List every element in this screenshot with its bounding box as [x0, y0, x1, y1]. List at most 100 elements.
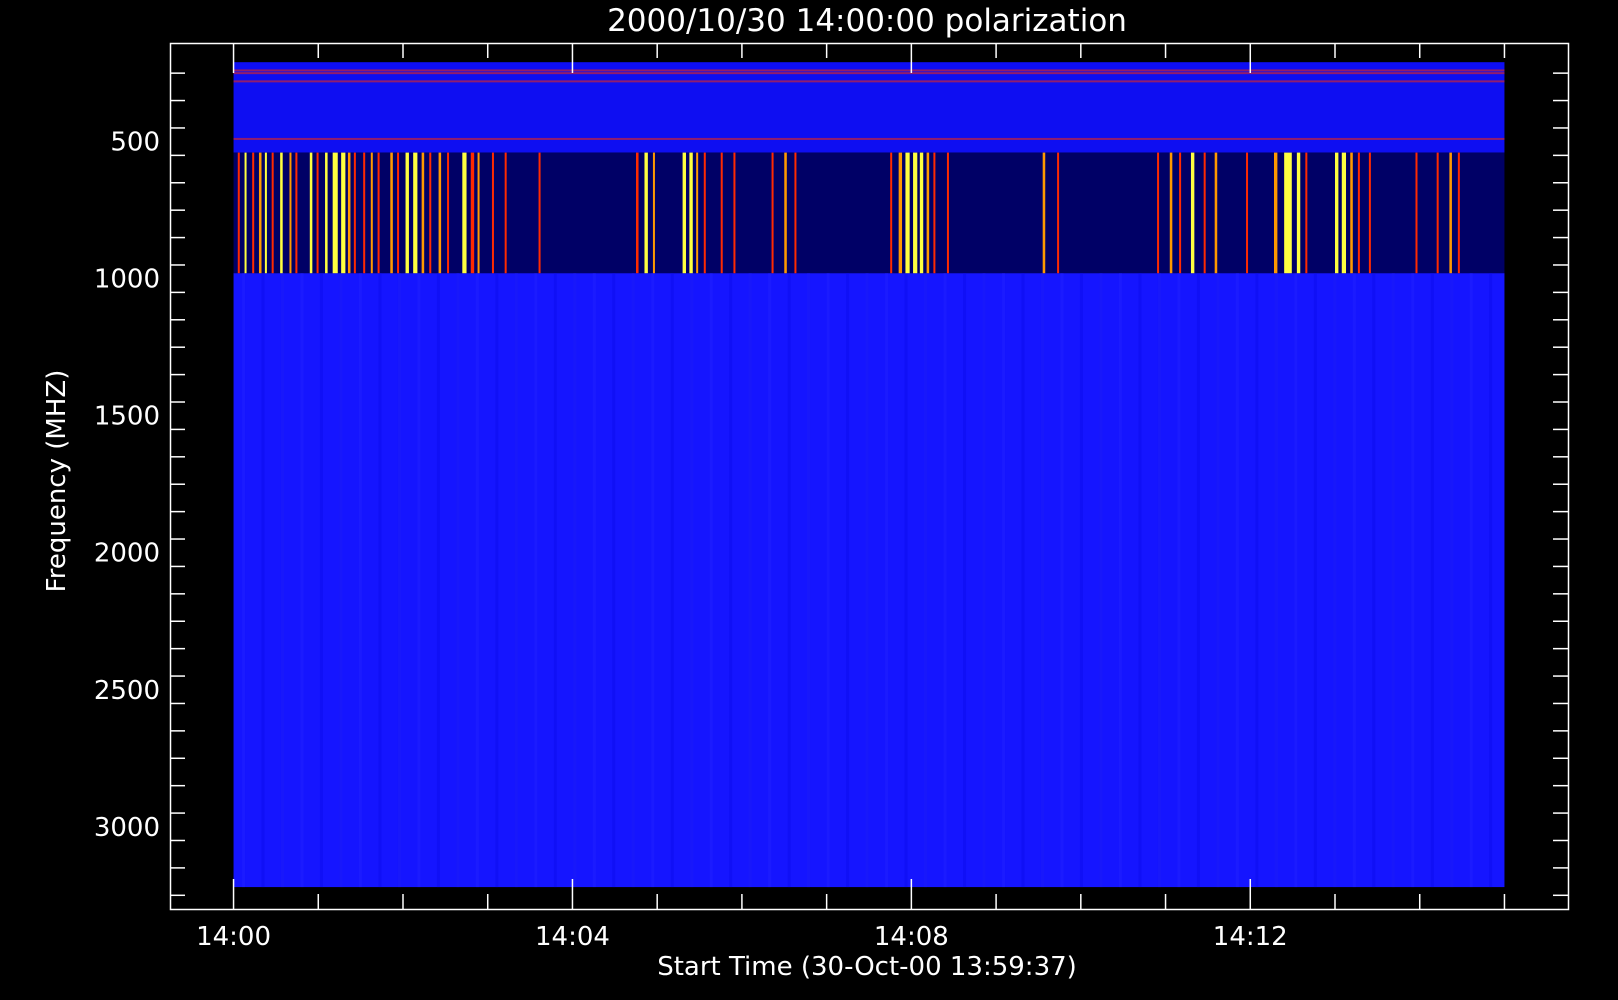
high-band-texture [1138, 273, 1142, 888]
burst-stripe [890, 152, 893, 274]
burst-stripe [926, 152, 930, 274]
high-band-texture [826, 273, 830, 888]
high-band-texture [1333, 273, 1337, 888]
high-band-texture [1079, 273, 1083, 888]
burst-stripe [258, 152, 262, 274]
burst-stripe [405, 152, 409, 274]
burst-stripe [1057, 152, 1060, 274]
high-band-texture [1391, 273, 1395, 888]
spectrogram-data [233, 62, 1505, 888]
high-band-texture [514, 273, 518, 888]
high-band-texture [1372, 273, 1376, 888]
burst-stripe [280, 152, 283, 274]
high-band-texture [1196, 273, 1200, 888]
high-band-texture [748, 273, 752, 888]
high-band-texture [631, 273, 635, 888]
y-tick-label: 1500 [94, 402, 160, 432]
low-band-interference-line [233, 72, 1505, 75]
x-tick-label: 14:00 [196, 922, 271, 952]
high-band-texture [261, 273, 265, 888]
high-band-texture [1294, 273, 1298, 888]
high-band-texture [1352, 273, 1356, 888]
burst-stripe [898, 152, 903, 274]
burst-stripe [363, 152, 366, 274]
burst-stripe [1341, 152, 1347, 274]
high-band-texture [924, 273, 928, 888]
burst-stripe [733, 152, 736, 274]
burst-stripe [353, 152, 356, 274]
burst-stripe [252, 152, 255, 274]
high-band-texture [1177, 273, 1181, 888]
high-band-texture [982, 273, 986, 888]
polarization-chart: 2000/10/30 14:00:00 polarization 500 1000… [0, 0, 1618, 1000]
y-tick-label: 2000 [94, 539, 160, 569]
burst-stripe [933, 152, 936, 274]
high-band-texture [456, 273, 460, 888]
high-band-texture [300, 273, 304, 888]
burst-stripe [1214, 152, 1218, 274]
low-band-interference-line [233, 137, 1505, 140]
high-band-texture [1235, 273, 1239, 888]
high-band-texture [1040, 273, 1044, 888]
high-band-texture [1274, 273, 1278, 888]
burst-stripe [377, 152, 380, 274]
burst-stripe [316, 152, 319, 274]
burst-stripe [689, 152, 693, 274]
high-band-texture [1216, 273, 1220, 888]
burst-stripe [1246, 152, 1249, 274]
burst-stripe [794, 152, 797, 274]
high-band-texture [787, 273, 791, 888]
x-tick-label: 14:08 [874, 922, 949, 952]
burst-stripe [696, 152, 699, 274]
burst-stripe [1457, 152, 1460, 274]
x-axis-label: Start Time (30-Oct-00 13:59:37) [657, 952, 1077, 982]
burst-stripe [325, 152, 328, 274]
burst-stripe [946, 152, 949, 274]
high-band-texture [397, 273, 401, 888]
burst-stripe [784, 152, 787, 274]
high-band-texture [1450, 273, 1454, 888]
high-band-texture [904, 273, 908, 888]
low-band-interference-line [233, 69, 1505, 72]
high-band-texture [709, 273, 713, 888]
burst-stripe [438, 152, 442, 274]
high-band-texture [475, 273, 479, 888]
burst-stripe [1190, 152, 1195, 274]
burst-stripe [370, 152, 373, 274]
high-band-texture [495, 273, 499, 888]
burst-stripe [341, 152, 346, 274]
high-band-texture [1060, 273, 1064, 888]
burst-stripe [1436, 152, 1439, 274]
high-band-texture [319, 273, 323, 888]
burst-stripe [1179, 152, 1182, 274]
high-band-texture [1118, 273, 1122, 888]
high-band-texture [943, 273, 947, 888]
burst-stripe [1273, 152, 1278, 274]
burst-stripe [470, 152, 475, 274]
high-band-texture [553, 273, 557, 888]
burst-stripe [905, 152, 910, 274]
burst-stripe [919, 152, 924, 274]
burst-stripe [1305, 152, 1308, 274]
burst-stripe [644, 152, 648, 274]
high-band-texture [592, 273, 596, 888]
burst-stripe [462, 152, 467, 274]
high-band-texture [339, 273, 343, 888]
burst-stripe [1042, 152, 1046, 274]
burst-stripe [447, 152, 450, 274]
y-axis-label: Frequency (MHZ) [42, 370, 72, 593]
high-band-texture [729, 273, 733, 888]
burst-stripe [1284, 152, 1292, 274]
burst-stripe [771, 152, 774, 274]
high-band-texture [651, 273, 655, 888]
burst-stripe [264, 152, 267, 274]
y-tick-label: 1000 [94, 265, 160, 295]
high-band-texture [436, 273, 440, 888]
burst-stripe [682, 152, 686, 274]
low-band-interference-line [233, 80, 1505, 83]
high-band-texture [690, 273, 694, 888]
high-band-texture [1489, 273, 1493, 888]
burst-stripe [237, 152, 240, 274]
high-band-texture [573, 273, 577, 888]
high-band-texture [807, 273, 811, 888]
